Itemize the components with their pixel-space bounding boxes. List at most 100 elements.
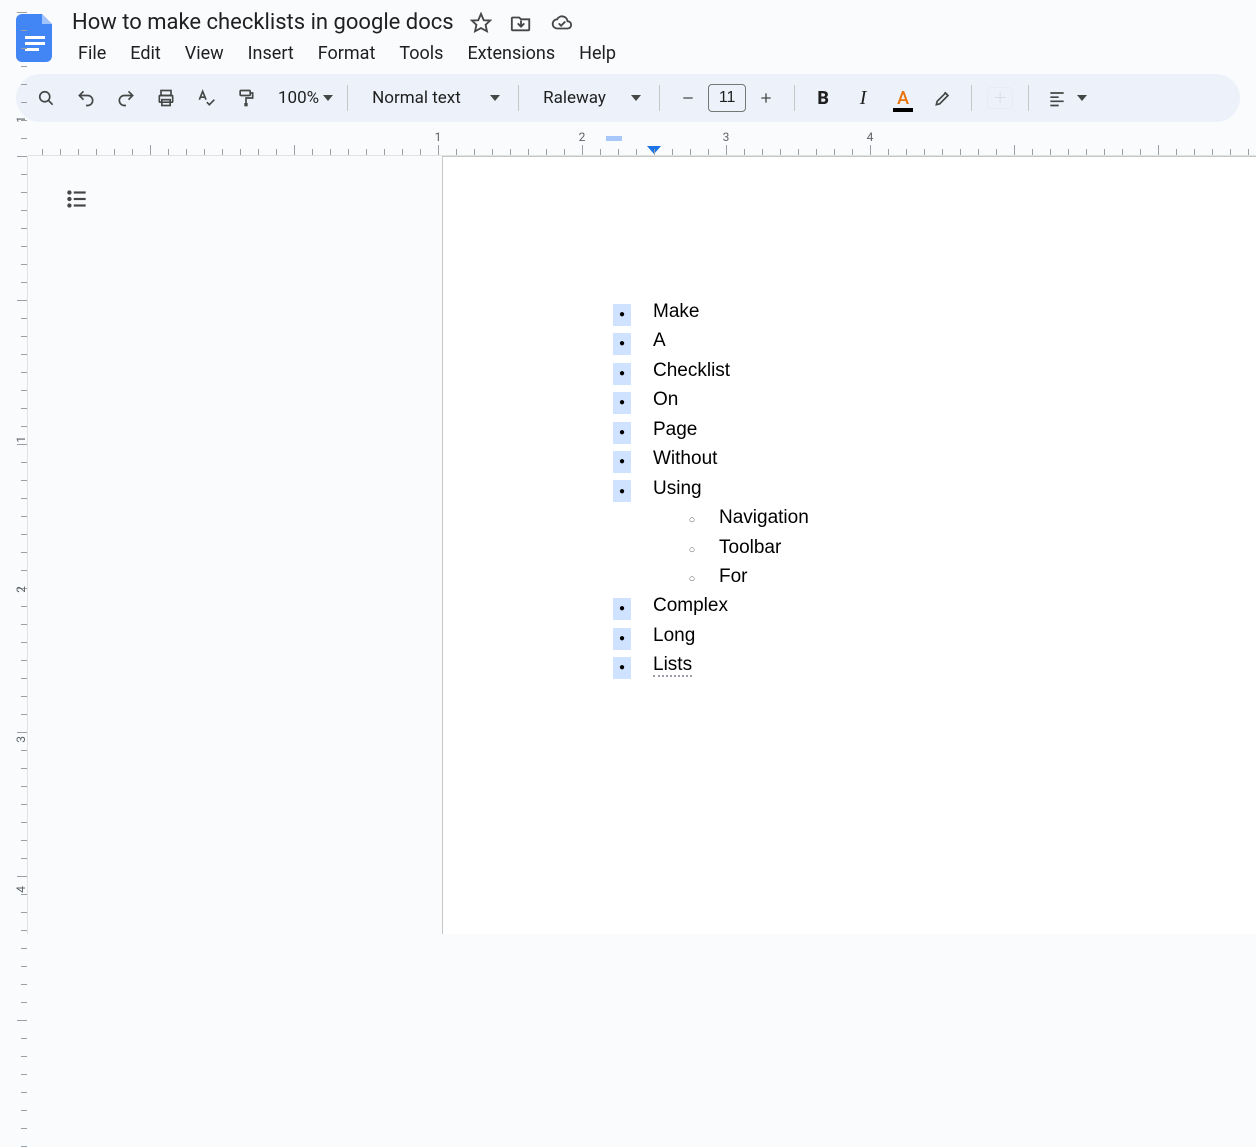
bullet-icon — [613, 657, 631, 679]
list-item[interactable]: Make — [613, 297, 1256, 326]
list-item[interactable]: Lists — [613, 650, 1256, 679]
toolbar: 100% Normal text Raleway B I A — [16, 74, 1240, 122]
list-item-text[interactable]: Page — [653, 415, 697, 444]
menu-insert[interactable]: Insert — [238, 39, 304, 68]
list-item[interactable]: On — [613, 385, 1256, 414]
star-icon[interactable] — [470, 12, 492, 34]
bullet-open-icon — [683, 571, 701, 588]
bullet-icon — [613, 392, 631, 414]
separator — [794, 85, 795, 111]
bullet-icon — [613, 304, 631, 326]
menu-file[interactable]: File — [68, 39, 116, 68]
list-item-text[interactable]: Make — [653, 297, 699, 326]
paragraph-style-dropdown[interactable]: Normal text — [358, 88, 508, 108]
font-value: Raleway — [543, 88, 606, 108]
increase-font-size-button[interactable] — [748, 80, 784, 116]
docs-logo-icon[interactable] — [16, 14, 56, 62]
docs-header: How to make checklists in google docs Fi… — [0, 0, 1256, 74]
ruler-number: 1 — [14, 116, 28, 123]
chevron-down-icon — [1077, 95, 1087, 101]
ruler-number: 1 — [14, 436, 28, 443]
paragraph-style-value: Normal text — [372, 88, 461, 108]
list-item-text[interactable]: A — [653, 326, 666, 355]
menu-edit[interactable]: Edit — [120, 39, 170, 68]
spellcheck-button[interactable] — [188, 80, 224, 116]
list-item[interactable]: Complex — [613, 591, 1256, 620]
show-outline-button[interactable] — [64, 186, 90, 216]
menu-format[interactable]: Format — [308, 39, 386, 68]
bullet-icon — [613, 598, 631, 620]
ruler-number: 4 — [867, 130, 874, 144]
font-size-input[interactable] — [708, 84, 746, 112]
font-dropdown[interactable]: Raleway — [529, 88, 649, 108]
horizontal-ruler[interactable]: 1234 — [28, 128, 1256, 156]
list-item-text[interactable]: Checklist — [653, 356, 730, 385]
list-item-text[interactable]: On — [653, 385, 678, 414]
italic-button[interactable]: I — [845, 80, 881, 116]
ruler-number: 4 — [14, 886, 28, 893]
menu-help[interactable]: Help — [569, 39, 626, 68]
bullet-icon — [613, 628, 631, 650]
add-comment-button[interactable]: ＋ — [982, 80, 1018, 116]
list-item-text[interactable]: Using — [653, 474, 702, 503]
menu-bar: File Edit View Insert Format Tools Exten… — [68, 37, 1240, 74]
align-left-icon — [1039, 80, 1075, 116]
list-item-text[interactable]: Navigation — [719, 503, 809, 532]
print-button[interactable] — [148, 80, 184, 116]
chevron-down-icon — [631, 95, 641, 101]
ruler-number: 1 — [435, 130, 442, 144]
search-menus-button[interactable] — [28, 80, 64, 116]
list-item-text[interactable]: Complex — [653, 591, 728, 620]
list-item-text[interactable]: Long — [653, 621, 695, 650]
list-subitem[interactable]: Toolbar — [683, 533, 1256, 562]
zoom-dropdown[interactable]: 100% — [268, 88, 337, 108]
workspace: 1234 11234 MakeAChecklistOnPageWithoutUs… — [0, 128, 1256, 934]
ruler-number: 2 — [14, 586, 28, 593]
list-item[interactable]: Long — [613, 621, 1256, 650]
bold-button[interactable]: B — [805, 80, 841, 116]
ruler-number: 3 — [14, 736, 28, 743]
align-dropdown[interactable] — [1039, 80, 1087, 116]
menu-tools[interactable]: Tools — [389, 39, 453, 68]
undo-button[interactable] — [68, 80, 104, 116]
vertical-ruler[interactable]: 11234 — [0, 156, 28, 934]
bullet-open-icon — [683, 542, 701, 559]
move-icon[interactable] — [510, 12, 532, 34]
list-item[interactable]: Page — [613, 415, 1256, 444]
highlight-color-button[interactable] — [925, 80, 961, 116]
menu-extensions[interactable]: Extensions — [457, 39, 565, 68]
bullet-icon — [613, 451, 631, 473]
font-size-group — [670, 80, 784, 116]
bullet-icon — [613, 333, 631, 355]
bullet-icon — [613, 480, 631, 502]
redo-button[interactable] — [108, 80, 144, 116]
page-content[interactable]: MakeAChecklistOnPageWithoutUsing Navigati… — [443, 157, 1256, 680]
document-title[interactable]: How to make checklists in google docs — [68, 8, 458, 37]
separator — [518, 85, 519, 111]
separator — [971, 85, 972, 111]
list-item-text[interactable]: Lists — [653, 650, 692, 679]
paint-format-button[interactable] — [228, 80, 264, 116]
list-subitem[interactable]: For — [683, 562, 1256, 591]
list-subitem[interactable]: Navigation — [683, 503, 1256, 532]
list-item[interactable]: Checklist — [613, 356, 1256, 385]
list-item[interactable]: Using — [613, 474, 1256, 503]
ruler-number: 2 — [579, 130, 586, 144]
decrease-font-size-button[interactable] — [670, 80, 706, 116]
separator — [1028, 85, 1029, 111]
list-item-text[interactable]: Without — [653, 444, 717, 473]
separator — [347, 85, 348, 111]
zoom-value: 100% — [278, 88, 319, 108]
text-color-button[interactable]: A — [885, 80, 921, 116]
menu-view[interactable]: View — [175, 39, 234, 68]
list-item[interactable]: A — [613, 326, 1256, 355]
document-canvas[interactable]: MakeAChecklistOnPageWithoutUsing Navigati… — [28, 156, 1256, 934]
document-page[interactable]: MakeAChecklistOnPageWithoutUsing Navigati… — [442, 156, 1256, 934]
chevron-down-icon — [323, 95, 333, 101]
cloud-status-icon[interactable] — [550, 12, 574, 34]
separator — [659, 85, 660, 111]
list-item[interactable]: Without — [613, 444, 1256, 473]
list-item-text[interactable]: Toolbar — [719, 533, 781, 562]
first-line-indent-marker[interactable] — [606, 136, 622, 141]
list-item-text[interactable]: For — [719, 562, 748, 591]
